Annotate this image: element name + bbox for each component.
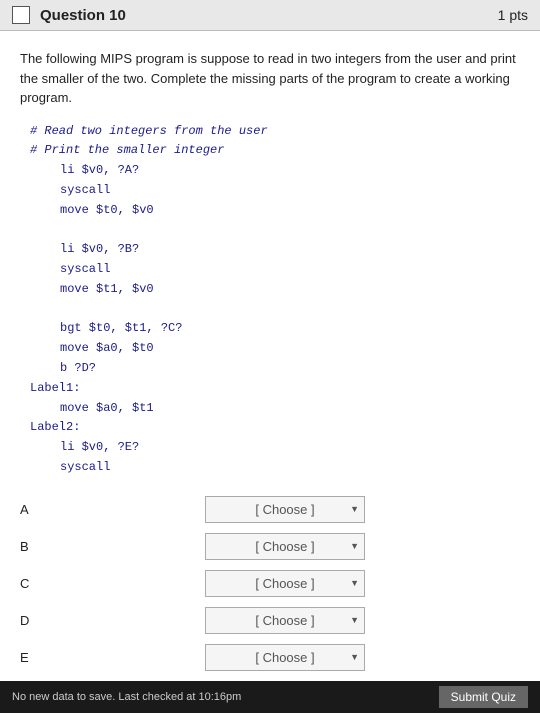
- code-line-10: move $a0, $t0: [30, 339, 520, 359]
- code-line-1: li $v0, ?A?: [30, 161, 520, 181]
- answer-select-b[interactable]: [ Choose ] 4 5 8 Label1 Label2: [205, 533, 365, 560]
- answer-section: A [ Choose ] 4 5 8 Label1 Label2 B: [20, 496, 520, 671]
- answer-label-c: C: [20, 576, 50, 591]
- code-line-11: b ?D?: [30, 359, 520, 379]
- answer-label-e: E: [20, 650, 50, 665]
- answer-select-e[interactable]: [ Choose ] 4 5 8 Label1 Label2: [205, 644, 365, 671]
- answer-row-d: D [ Choose ] 4 5 8 Label1 Label2: [20, 607, 520, 634]
- question-header: Question 10 1 pts: [0, 0, 540, 31]
- code-line-14: syscall: [30, 458, 520, 478]
- code-comment-2: # Print the smaller integer: [30, 141, 520, 161]
- answer-select-c[interactable]: [ Choose ] 4 5 8 Label1 Label2: [205, 570, 365, 597]
- submit-quiz-button[interactable]: Submit Quiz: [439, 686, 528, 708]
- code-label2: Label2:: [30, 418, 520, 438]
- question-pts: 1 pts: [498, 7, 528, 23]
- answer-label-d: D: [20, 613, 50, 628]
- code-block: # Read two integers from the user # Prin…: [20, 122, 520, 478]
- code-line-6: syscall: [30, 260, 520, 280]
- answer-row-e: E [ Choose ] 4 5 8 Label1 Label2: [20, 644, 520, 671]
- answer-row-b: B [ Choose ] 4 5 8 Label1 Label2: [20, 533, 520, 560]
- answer-label-a: A: [20, 502, 50, 517]
- question-description: The following MIPS program is suppose to…: [20, 49, 520, 108]
- code-line-9: bgt $t0, $t1, ?C?: [30, 319, 520, 339]
- main-content: The following MIPS program is suppose to…: [0, 31, 540, 691]
- code-line-12: move $a0, $t1: [30, 399, 520, 419]
- code-line-5: li $v0, ?B?: [30, 240, 520, 260]
- question-checkbox: [12, 6, 30, 24]
- question-title: Question 10: [40, 7, 488, 24]
- code-line-13: li $v0, ?E?: [30, 438, 520, 458]
- bottom-bar: No new data to save. Last checked at 10:…: [0, 681, 540, 713]
- answer-row-a: A [ Choose ] 4 5 8 Label1 Label2: [20, 496, 520, 523]
- answer-row-c: C [ Choose ] 4 5 8 Label1 Label2: [20, 570, 520, 597]
- answer-select-a[interactable]: [ Choose ] 4 5 8 Label1 Label2: [205, 496, 365, 523]
- code-line-3: move $t0, $v0: [30, 201, 520, 221]
- code-line-2: syscall: [30, 181, 520, 201]
- code-label1: Label1:: [30, 379, 520, 399]
- code-comment-1: # Read two integers from the user: [30, 122, 520, 142]
- code-line-7: move $t1, $v0: [30, 280, 520, 300]
- answer-select-d[interactable]: [ Choose ] 4 5 8 Label1 Label2: [205, 607, 365, 634]
- answer-label-b: B: [20, 539, 50, 554]
- bottom-status-text: No new data to save. Last checked at 10:…: [12, 691, 241, 703]
